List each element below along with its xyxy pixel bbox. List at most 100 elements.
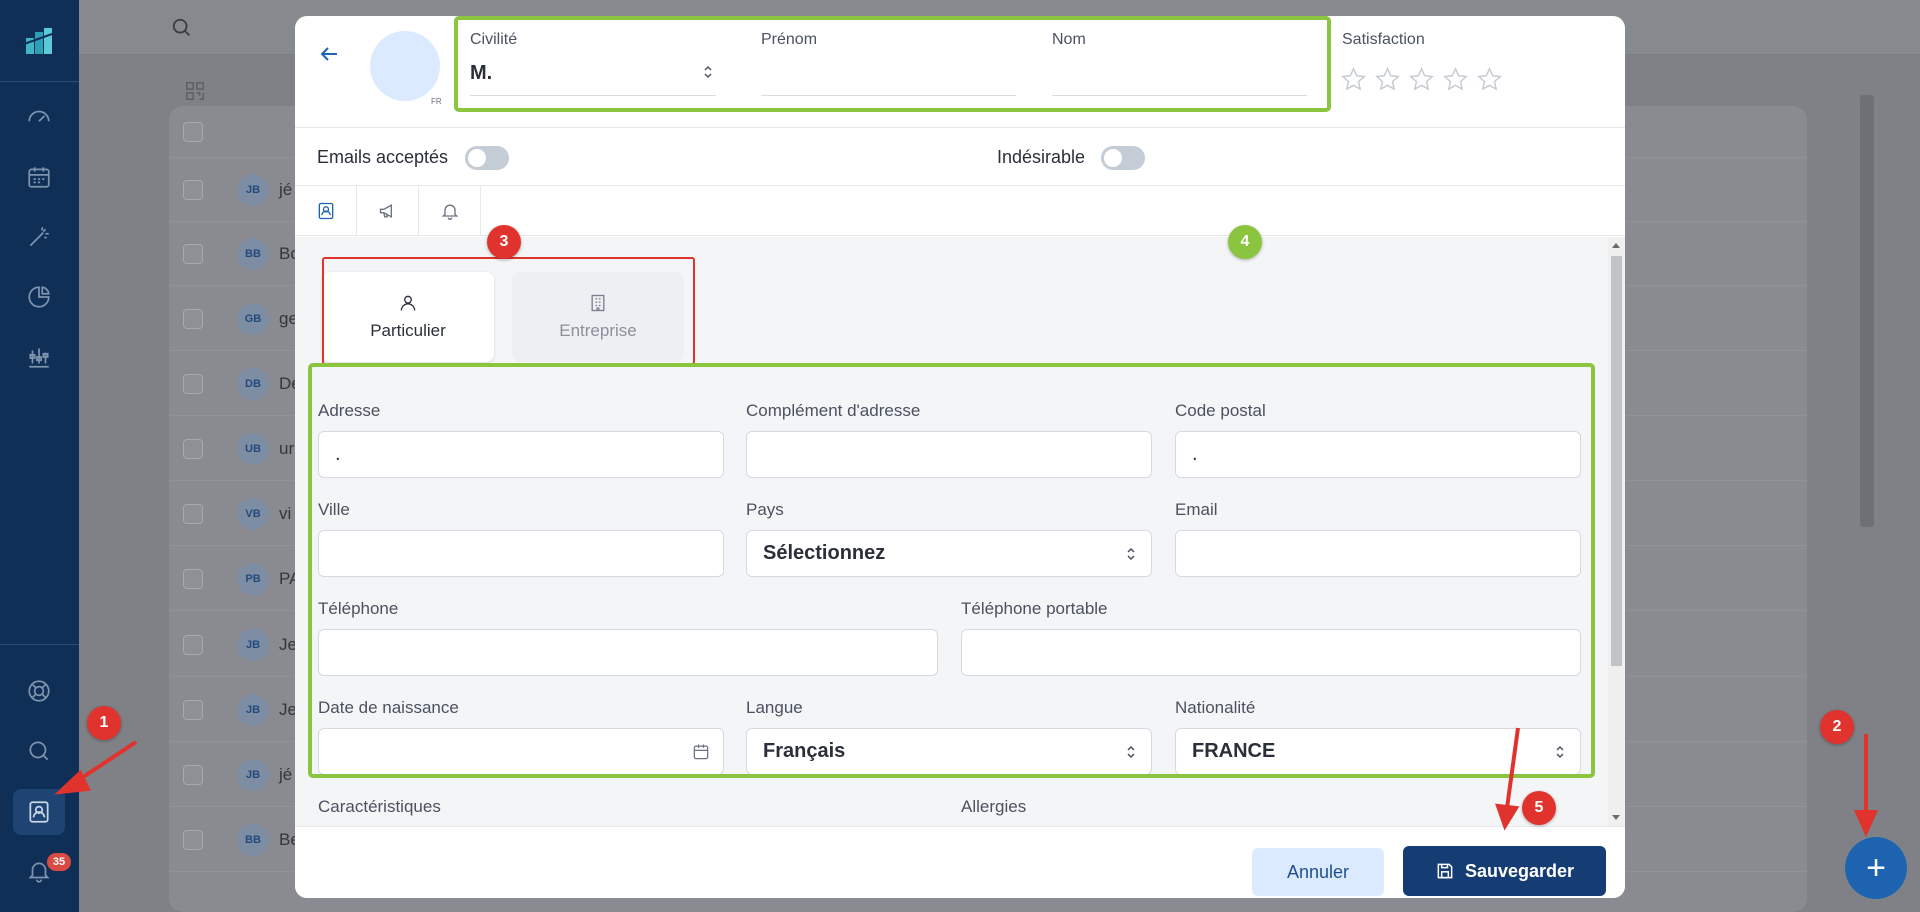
entreprise-option[interactable]: Entreprise bbox=[512, 272, 684, 362]
chevron-updown-icon bbox=[1127, 547, 1135, 561]
date-naissance-input[interactable] bbox=[318, 728, 724, 775]
person-icon bbox=[400, 295, 416, 311]
scroll-up-arrow[interactable] bbox=[1612, 243, 1620, 248]
code-postal-label: Code postal bbox=[1175, 401, 1266, 420]
cancel-button[interactable]: Annuler bbox=[1252, 848, 1384, 896]
star-icon[interactable] bbox=[1374, 66, 1401, 93]
entreprise-label: Entreprise bbox=[559, 321, 637, 340]
indesirable-toggle[interactable] bbox=[1101, 146, 1145, 170]
language-flag-label: FR bbox=[431, 97, 442, 106]
langue-label: Langue bbox=[746, 698, 803, 717]
email-input[interactable] bbox=[1175, 530, 1581, 577]
tab-contact[interactable] bbox=[295, 186, 357, 236]
modal-scrollbar[interactable] bbox=[1608, 237, 1625, 826]
row-checkbox[interactable] bbox=[183, 309, 203, 329]
pays-select-value: Sélectionnez bbox=[763, 542, 886, 564]
annotation-marker-5: 5 bbox=[1522, 791, 1556, 825]
nationalite-select[interactable]: FRANCE bbox=[1175, 728, 1581, 775]
scroll-thumb[interactable] bbox=[1611, 256, 1622, 666]
contact-name[interactable]: ur bbox=[279, 439, 294, 459]
particulier-label: Particulier bbox=[370, 321, 446, 340]
nom-underline bbox=[1052, 95, 1307, 96]
page-scrollbar[interactable] bbox=[1860, 95, 1874, 527]
floppy-disk-icon bbox=[1437, 863, 1453, 879]
calendar-icon[interactable] bbox=[25, 163, 53, 191]
sidebar: 35 bbox=[0, 0, 79, 912]
search-icon[interactable] bbox=[25, 737, 53, 765]
equalizer-icon[interactable] bbox=[25, 343, 53, 371]
civilite-select[interactable]: M. bbox=[470, 62, 492, 85]
annotation-marker-2: 2 bbox=[1820, 710, 1854, 744]
avatar: VB bbox=[237, 498, 269, 530]
adresse-input[interactable]: . bbox=[318, 431, 724, 478]
support-icon[interactable] bbox=[25, 677, 53, 705]
contact-name[interactable]: vi bbox=[279, 504, 291, 524]
langue-select-value: Français bbox=[763, 740, 846, 762]
chevron-updown-icon bbox=[704, 65, 712, 79]
emails-accepted-label: Emails acceptés bbox=[317, 147, 449, 167]
particulier-option[interactable]: Particulier bbox=[322, 272, 494, 362]
langue-select[interactable]: Français bbox=[746, 728, 1152, 775]
star-icon[interactable] bbox=[1340, 66, 1367, 93]
row-checkbox[interactable] bbox=[183, 504, 203, 524]
pays-select[interactable]: Sélectionnez bbox=[746, 530, 1152, 577]
star-icon[interactable] bbox=[1476, 66, 1503, 93]
telephone-label: Téléphone bbox=[318, 599, 399, 618]
prenom-input[interactable] bbox=[761, 62, 1016, 90]
satisfaction-rating[interactable] bbox=[1340, 66, 1503, 93]
row-checkbox[interactable] bbox=[183, 765, 203, 785]
avatar: PB bbox=[237, 563, 269, 595]
sidebar-divider bbox=[0, 81, 79, 82]
row-checkbox[interactable] bbox=[183, 374, 203, 394]
tab-notifications[interactable] bbox=[419, 186, 481, 236]
nom-input[interactable] bbox=[1052, 62, 1307, 90]
tab-marketing[interactable] bbox=[357, 186, 419, 236]
select-all-checkbox[interactable] bbox=[183, 122, 203, 142]
app-logo[interactable] bbox=[22, 24, 56, 58]
star-icon[interactable] bbox=[1408, 66, 1435, 93]
avatar: BB bbox=[237, 824, 269, 856]
emails-accepted-toggle[interactable] bbox=[465, 146, 509, 170]
civilite-label: Civilité bbox=[470, 31, 518, 48]
pie-chart-icon[interactable] bbox=[25, 283, 53, 311]
chevron-updown-icon bbox=[1127, 745, 1135, 759]
contact-name[interactable]: jé bbox=[279, 180, 292, 200]
row-checkbox[interactable] bbox=[183, 700, 203, 720]
complement-input[interactable] bbox=[746, 431, 1152, 478]
contact-modal: FR Civilité M. Prénom Nom Satisfaction E… bbox=[295, 16, 1625, 898]
dashboard-icon[interactable] bbox=[25, 104, 53, 132]
telephone-portable-input[interactable] bbox=[961, 629, 1581, 676]
nom-label: Nom bbox=[1052, 31, 1086, 48]
row-checkbox[interactable] bbox=[183, 439, 203, 459]
modal-header: FR Civilité M. Prénom Nom Satisfaction bbox=[295, 16, 1625, 128]
calendar-icon[interactable] bbox=[691, 742, 711, 762]
row-checkbox[interactable] bbox=[183, 830, 203, 850]
contacts-icon[interactable] bbox=[25, 798, 53, 826]
back-arrow-icon[interactable] bbox=[317, 42, 341, 66]
adresse-label: Adresse bbox=[318, 401, 381, 420]
star-icon[interactable] bbox=[1442, 66, 1469, 93]
ville-input[interactable] bbox=[318, 530, 724, 577]
code-postal-input[interactable]: . bbox=[1175, 431, 1581, 478]
row-checkbox[interactable] bbox=[183, 244, 203, 264]
add-contact-button[interactable]: + bbox=[1845, 837, 1907, 899]
prenom-underline bbox=[761, 95, 1016, 96]
row-checkbox[interactable] bbox=[183, 569, 203, 589]
contact-avatar[interactable] bbox=[370, 31, 440, 101]
toggle-row: Emails acceptés Indésirable bbox=[295, 129, 1625, 186]
notification-count-badge: 35 bbox=[47, 853, 71, 871]
save-button[interactable]: Sauvegarder bbox=[1403, 846, 1606, 896]
scroll-down-arrow[interactable] bbox=[1612, 815, 1620, 820]
contact-name[interactable]: jé bbox=[279, 765, 292, 785]
qr-code-icon[interactable] bbox=[184, 80, 206, 102]
building-icon bbox=[591, 294, 605, 312]
contact-card-icon bbox=[318, 202, 333, 220]
search-icon[interactable] bbox=[171, 17, 193, 39]
chevron-updown-icon bbox=[1556, 745, 1564, 759]
magic-wand-icon[interactable] bbox=[25, 223, 53, 251]
pays-label: Pays bbox=[746, 500, 784, 519]
telephone-input[interactable] bbox=[318, 629, 938, 676]
avatar: JB bbox=[237, 694, 269, 726]
row-checkbox[interactable] bbox=[183, 180, 203, 200]
row-checkbox[interactable] bbox=[183, 635, 203, 655]
